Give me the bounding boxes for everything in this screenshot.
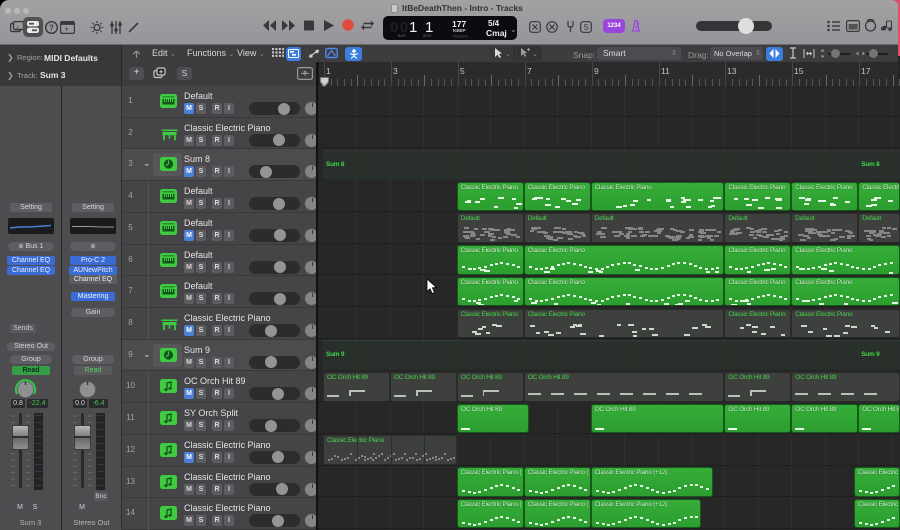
- svg-text:?: ?: [49, 23, 54, 32]
- svg-text:+: +: [64, 25, 69, 34]
- svg-text:♪: ♪: [16, 25, 19, 31]
- svg-text:S: S: [583, 23, 588, 32]
